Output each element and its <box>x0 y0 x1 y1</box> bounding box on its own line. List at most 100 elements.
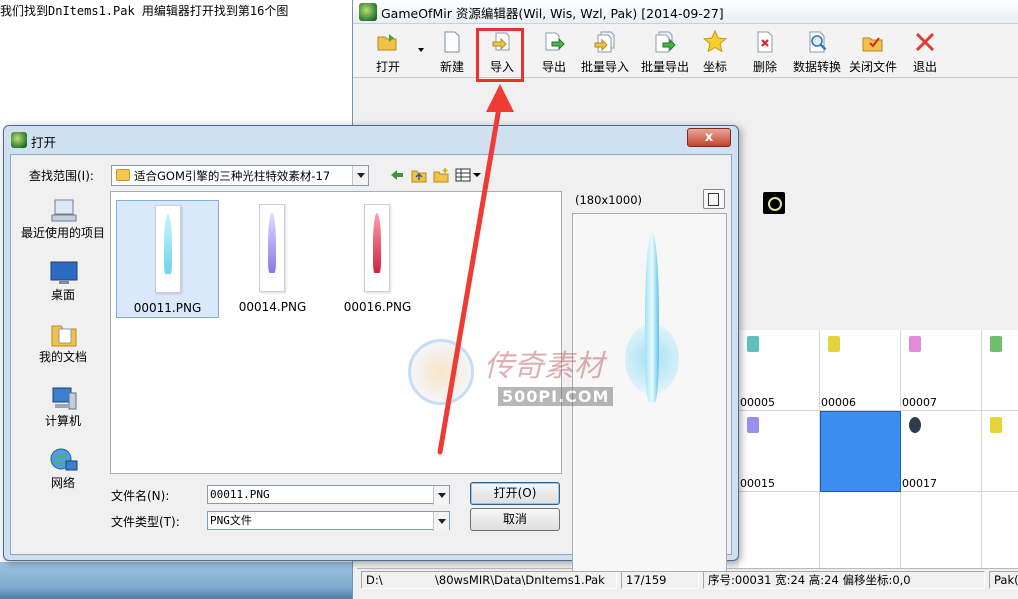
delete-icon <box>757 31 773 53</box>
file-type-select[interactable]: PNG文件 <box>207 511 450 531</box>
delete-button[interactable]: 删除 <box>745 28 785 76</box>
item-thumbnail <box>747 417 759 433</box>
file-thumbnail <box>364 204 390 292</box>
place-computer[interactable]: 计算机 <box>21 383 105 443</box>
open-folder-icon <box>377 34 397 51</box>
cancel-button[interactable]: 取消 <box>470 508 560 531</box>
watermark-url: 500PI.COM <box>498 387 614 406</box>
close-file-button[interactable]: 关闭文件 <box>847 28 899 76</box>
look-in-select[interactable]: 适合GOM引擎的三种光柱特效素材-17 <box>111 165 369 186</box>
item-thumbnail <box>909 336 921 352</box>
toolbar-label-coordinates: 坐标 <box>702 60 727 74</box>
thumbnail-grid[interactable]: 00005 00006 00007 00015 00017 <box>739 330 1018 573</box>
places-bar: 最近使用的项目 桌面 我的文档 计算机 网络 <box>21 195 105 495</box>
file-item-selected[interactable]: 00011.PNG <box>116 200 219 318</box>
exit-icon <box>915 32 935 52</box>
star-icon <box>703 30 727 53</box>
place-label: 我的文档 <box>38 350 87 364</box>
file-item[interactable]: 00014.PNG <box>221 200 324 318</box>
close-button[interactable]: x <box>687 128 731 147</box>
up-folder-icon[interactable] <box>411 167 427 183</box>
place-documents[interactable]: 我的文档 <box>21 319 105 379</box>
file-thumbnail <box>155 205 181 293</box>
coordinates-button[interactable]: 坐标 <box>695 28 735 76</box>
grid-cell[interactable]: 00017 <box>901 411 982 492</box>
file-type-value: PNG文件 <box>210 514 252 527</box>
grid-cell[interactable]: 00005 <box>739 330 820 411</box>
network-globe-icon <box>50 448 78 471</box>
grid-cell[interactable]: 00006 <box>820 330 901 411</box>
recent-items-icon <box>51 199 77 222</box>
batch-import-button[interactable]: 批量导入 <box>579 28 631 76</box>
chevron-down-icon[interactable] <box>352 166 368 185</box>
grid-cell[interactable]: 00015 <box>739 411 820 492</box>
grid-cell[interactable] <box>982 492 1018 573</box>
toolbar: 打开 新建 导入 导出 批量导入 批量导出 坐标 删除 数据转换 关闭文件 退出 <box>353 24 1018 78</box>
watermark: 传奇素材 500PI.COM <box>408 335 614 415</box>
place-recent[interactable]: 最近使用的项目 <box>21 195 105 255</box>
preview-toggle-icon[interactable] <box>703 189 725 209</box>
file-name-value: 00011.PNG <box>210 488 270 501</box>
grid-cell-label: 00006 <box>821 396 856 409</box>
file-name: 00011.PNG <box>133 301 202 315</box>
open-button[interactable]: 打开(O) <box>470 482 560 505</box>
look-in-label: 查找范围(I): <box>29 169 94 183</box>
exit-button[interactable]: 退出 <box>905 28 945 76</box>
grid-cell[interactable] <box>982 411 1018 492</box>
open-dialog: 打开 x 查找范围(I): 适合GOM引擎的三种光柱特效素材-17 最近使用的项… <box>3 125 739 572</box>
batch-export-button[interactable]: 批量导出 <box>637 28 693 76</box>
dialog-title: 打开 <box>31 135 57 150</box>
toolbar-label-export: 导出 <box>541 60 566 74</box>
export-button[interactable]: 导出 <box>531 28 577 76</box>
grid-cell[interactable] <box>901 492 982 573</box>
place-label: 最近使用的项目 <box>21 226 106 240</box>
watermark-title: 传奇素材 <box>484 349 604 384</box>
grid-cell-selected[interactable] <box>820 411 901 492</box>
place-network[interactable]: 网络 <box>21 445 105 505</box>
background-text: 我们找到DnItems1.Pak 用编辑器打开找到第16个图 <box>0 4 289 18</box>
desktop-icon <box>50 261 78 284</box>
chevron-down-icon[interactable] <box>433 512 449 531</box>
chevron-down-icon[interactable] <box>433 486 449 505</box>
editor-title: GameOfMir 资源编辑器(Wil, Wis, Wzl, Pak) [201… <box>381 6 724 21</box>
view-menu-icon[interactable] <box>455 167 481 183</box>
grid-cell[interactable]: 00007 <box>901 330 982 411</box>
toolbar-label-new: 新建 <box>439 60 464 74</box>
open-button[interactable]: 打开 <box>361 28 415 76</box>
file-name-input[interactable]: 00011.PNG <box>207 485 450 505</box>
file-thumbnail <box>259 204 285 292</box>
light-pillar-thumbnail <box>268 213 276 273</box>
watermark-logo-icon <box>408 339 474 405</box>
new-button[interactable]: 新建 <box>429 28 475 76</box>
export-icon <box>545 32 565 51</box>
grid-cell[interactable] <box>820 492 901 573</box>
back-arrow-icon[interactable] <box>389 167 405 183</box>
toolbar-label-convert: 数据转换 <box>792 60 841 74</box>
item-thumbnail <box>990 417 1002 433</box>
open-dropdown-arrow[interactable] <box>418 48 424 52</box>
close-file-icon <box>862 37 883 52</box>
batch-import-icon <box>594 31 615 53</box>
file-item[interactable]: 00016.PNG <box>326 200 429 318</box>
app-icon <box>359 3 377 21</box>
place-label: 桌面 <box>50 288 75 302</box>
toolbar-label-exit: 退出 <box>912 60 937 74</box>
grid-cell-label: 00007 <box>902 396 937 409</box>
toolbar-label-batch-export: 批量导出 <box>640 60 689 74</box>
new-folder-icon[interactable] <box>433 167 449 183</box>
place-label: 网络 <box>50 476 75 490</box>
grid-cell[interactable] <box>739 492 820 573</box>
status-path-prefix: D:\ <box>361 571 441 589</box>
status-format: Pak(3 <box>989 571 1018 589</box>
toolbar-label-batch-import: 批量导入 <box>580 60 629 74</box>
new-file-icon <box>444 31 460 53</box>
convert-icon <box>809 31 827 53</box>
file-list[interactable]: 00011.PNG 00014.PNG 00016.PNG <box>110 191 562 474</box>
place-desktop[interactable]: 桌面 <box>21 257 105 317</box>
dialog-title-bar: 打开 x <box>4 126 738 154</box>
file-name: 00016.PNG <box>343 300 412 314</box>
status-path: \80wsMIR\Data\DnItems1.Pak <box>431 571 617 589</box>
convert-button[interactable]: 数据转换 <box>789 28 845 76</box>
grid-cell[interactable] <box>982 330 1018 411</box>
place-label: 计算机 <box>44 414 81 428</box>
